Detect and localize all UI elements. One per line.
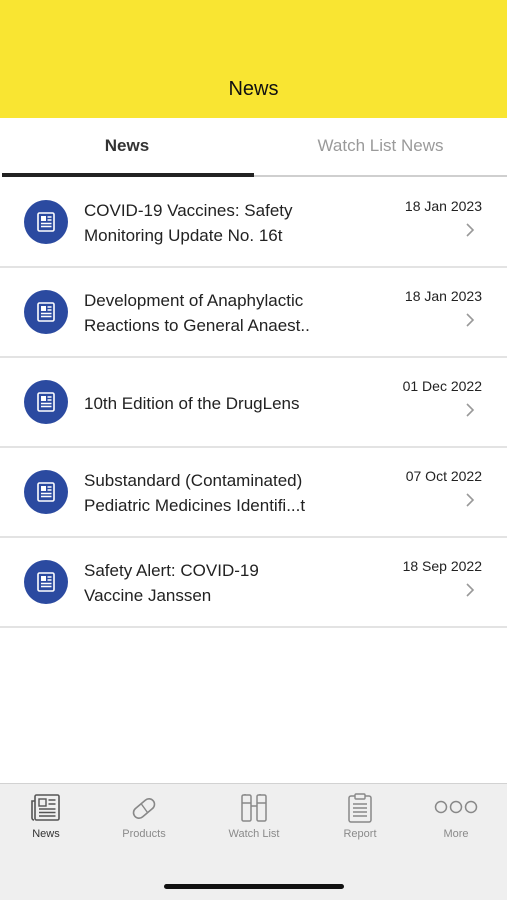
tabbar-label: Products [122, 828, 166, 840]
tabbar-label: News [32, 828, 60, 840]
news-title: 10th Edition of the DrugLens [84, 393, 300, 413]
news-title: COVID-19 Vaccines: Safety Monitoring Upda… [84, 201, 293, 245]
news-item[interactable]: Development of Anaphylactic Reactions to … [0, 268, 507, 358]
newspaper-icon [31, 794, 60, 821]
newspaper-icon [24, 560, 68, 604]
clipboard-icon [348, 793, 372, 823]
newspaper-icon [24, 200, 68, 244]
newspaper-icon [24, 470, 68, 514]
tabbar-label: Report [343, 828, 377, 840]
app-header: News [0, 0, 507, 118]
home-indicator [164, 884, 344, 889]
news-item[interactable]: Safety Alert: COVID-19 Vaccine Janssen 18… [0, 538, 507, 628]
tab-watch-list-news[interactable]: Watch List News [254, 118, 507, 176]
more-dots-icon [434, 800, 478, 814]
chevron-right-icon [466, 583, 475, 597]
active-tab-indicator [2, 173, 254, 177]
news-list: COVID-19 Vaccines: Safety Monitoring Upda… [0, 178, 507, 628]
news-title: Substandard (Contaminated) Pediatric Medi… [84, 471, 306, 515]
newspaper-icon [24, 380, 68, 424]
tabbar-label: More [443, 828, 469, 840]
news-title: Development of Anaphylactic Reactions to … [84, 291, 310, 335]
tab-news[interactable]: News [0, 118, 254, 176]
chevron-right-icon [466, 403, 475, 417]
news-date: 01 Dec 2022 [402, 378, 482, 394]
news-item[interactable]: 10th Edition of the DrugLens 01 Dec 2022 [0, 358, 507, 448]
tab-divider [254, 175, 507, 177]
news-item[interactable]: Substandard (Contaminated) Pediatric Medi… [0, 448, 507, 538]
tabbar-item-news[interactable]: News [1, 792, 91, 840]
news-date: 18 Jan 2023 [404, 288, 482, 304]
newspaper-icon [24, 290, 68, 334]
bottom-tab-bar: News Products Watch List Report More [0, 783, 507, 900]
pill-icon [132, 798, 156, 819]
tabbar-item-watch-list[interactable]: Watch List [209, 792, 299, 840]
tabbar-item-more[interactable]: More [411, 792, 501, 840]
page-title: News [228, 78, 279, 100]
news-date: 18 Jan 2023 [404, 198, 482, 214]
news-title: Safety Alert: COVID-19 Vaccine Janssen [84, 561, 259, 605]
news-date: 07 Oct 2022 [405, 468, 482, 484]
chevron-right-icon [466, 223, 475, 237]
binoculars-icon [241, 794, 267, 822]
chevron-right-icon [466, 493, 475, 507]
tabbar-item-products[interactable]: Products [99, 792, 189, 840]
tabbar-item-report[interactable]: Report [315, 792, 405, 840]
news-date: 18 Sep 2022 [402, 558, 482, 574]
chevron-right-icon [466, 313, 475, 327]
segment-tabs: News Watch List News [0, 118, 507, 178]
news-item[interactable]: COVID-19 Vaccines: Safety Monitoring Upda… [0, 178, 507, 268]
tabbar-label: Watch List [228, 828, 280, 840]
